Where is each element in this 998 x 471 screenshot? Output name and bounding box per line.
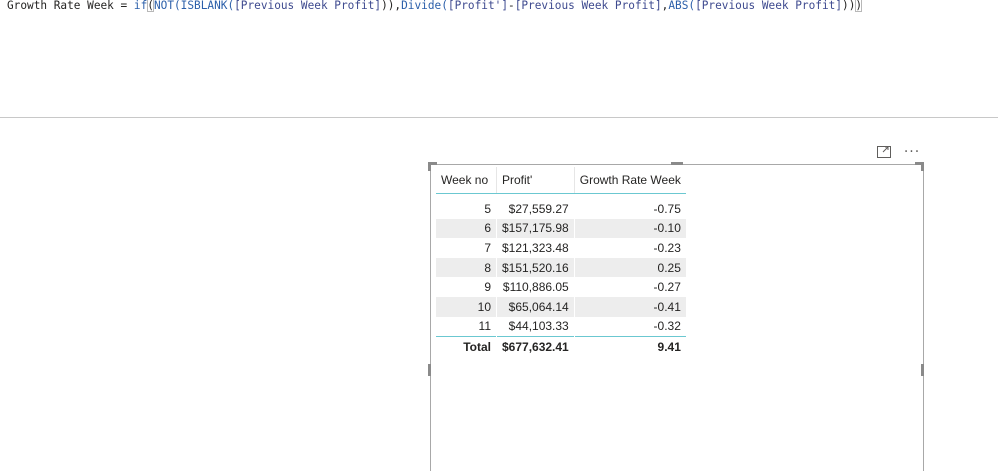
cell-week: 9 — [484, 280, 491, 295]
cell-profit: $27,559.27 — [496, 199, 575, 219]
cell-profit: $65,064.14 — [496, 296, 575, 317]
cell-profit: $121,323.48 — [496, 238, 575, 258]
more-options-icon[interactable]: ··· — [904, 144, 920, 160]
cell-growth: -0.41 — [573, 296, 686, 317]
formula-operator: = — [113, 0, 134, 12]
formula-ref-previous-week-profit: [Previous Week Profit] — [234, 0, 382, 12]
cell-growth: -0.75 — [573, 199, 686, 219]
formula-close-1: )), — [381, 0, 402, 12]
formula-fn-divide: Divide( — [401, 0, 448, 12]
table-header-row: Week no Profit' Growth Rate Week — [436, 167, 686, 194]
column-header-profit[interactable]: Profit' — [496, 167, 575, 194]
cell-profit: $44,103.33 — [496, 316, 575, 337]
total-profit: $677,632.41 — [496, 336, 575, 357]
cell-week: 6 — [436, 218, 497, 239]
resize-handle-top-right-v[interactable] — [921, 162, 924, 171]
formula-minus: - — [508, 0, 515, 12]
table-total-row: Total $677,632.41 9.41 — [436, 336, 686, 357]
formula-paren-highlight-close: ) — [855, 0, 863, 12]
table-row[interactable]: 11 $44,103.33 -0.32 — [436, 316, 686, 337]
visual-header: ··· — [876, 144, 920, 160]
formula-fn-if: if — [133, 0, 148, 12]
formula-fn-abs: ABS( — [668, 0, 696, 12]
cell-week: 10 — [436, 296, 497, 317]
resize-handle-middle-right[interactable] — [921, 364, 924, 376]
cell-growth: -0.27 — [573, 277, 686, 297]
formula-bar[interactable]: Growth Rate Week = if(NOT(ISBLANK([Previ… — [0, 0, 998, 118]
resize-handle-middle-left[interactable] — [428, 364, 431, 376]
measure-name: Growth Rate Week — [7, 0, 114, 12]
cell-week: 11 — [478, 319, 491, 334]
formula-ref-profit: [Profit'] — [447, 0, 509, 12]
cell-profit: $110,886.05 — [496, 277, 575, 297]
table-row[interactable]: 9 $110,886.05 -0.27 — [436, 277, 686, 297]
resize-handle-top-left-v[interactable] — [428, 162, 431, 171]
formula-close-parens: )) — [842, 0, 856, 12]
formula-paren-highlight-open: ( — [147, 0, 154, 12]
dax-formula-text[interactable]: Growth Rate Week = if(NOT(ISBLANK([Previ… — [7, 0, 863, 13]
cell-week: 7 — [484, 240, 491, 255]
cell-profit: $151,520.16 — [496, 257, 575, 278]
cell-growth: -0.23 — [573, 238, 686, 258]
cell-week: 8 — [436, 257, 497, 278]
total-growth: 9.41 — [573, 336, 686, 357]
table-row[interactable]: 7 $121,323.48 -0.23 — [436, 238, 686, 258]
table-row[interactable]: 6 $157,175.98 -0.10 — [436, 218, 686, 239]
cell-growth: -0.10 — [573, 218, 686, 239]
data-table: Week no Profit' Growth Rate Week 5 $27,5… — [436, 167, 686, 357]
column-header-growth-rate-week[interactable]: Growth Rate Week — [573, 167, 686, 194]
focus-mode-glyph — [877, 146, 891, 158]
cell-growth: 0.25 — [573, 257, 686, 278]
table-row[interactable]: 8 $151,520.16 0.25 — [436, 257, 686, 278]
focus-mode-icon[interactable] — [876, 144, 892, 160]
table-row[interactable]: 10 $65,064.14 -0.41 — [436, 296, 686, 317]
cell-growth: -0.32 — [573, 316, 686, 337]
cell-profit: $157,175.98 — [496, 218, 575, 239]
cell-week: 5 — [484, 201, 491, 216]
resize-handle-top-middle[interactable] — [671, 162, 683, 165]
table-row[interactable]: 5 $27,559.27 -0.75 — [436, 199, 686, 219]
formula-fn-not-isblank: NOT(ISBLANK( — [153, 0, 235, 12]
formula-ref-previous-week-profit-3: [Previous Week Profit] — [695, 0, 843, 12]
total-label: Total — [436, 336, 497, 357]
formula-ref-previous-week-profit-2: [Previous Week Profit] — [514, 0, 662, 12]
column-header-week-no[interactable]: Week no — [436, 167, 497, 194]
